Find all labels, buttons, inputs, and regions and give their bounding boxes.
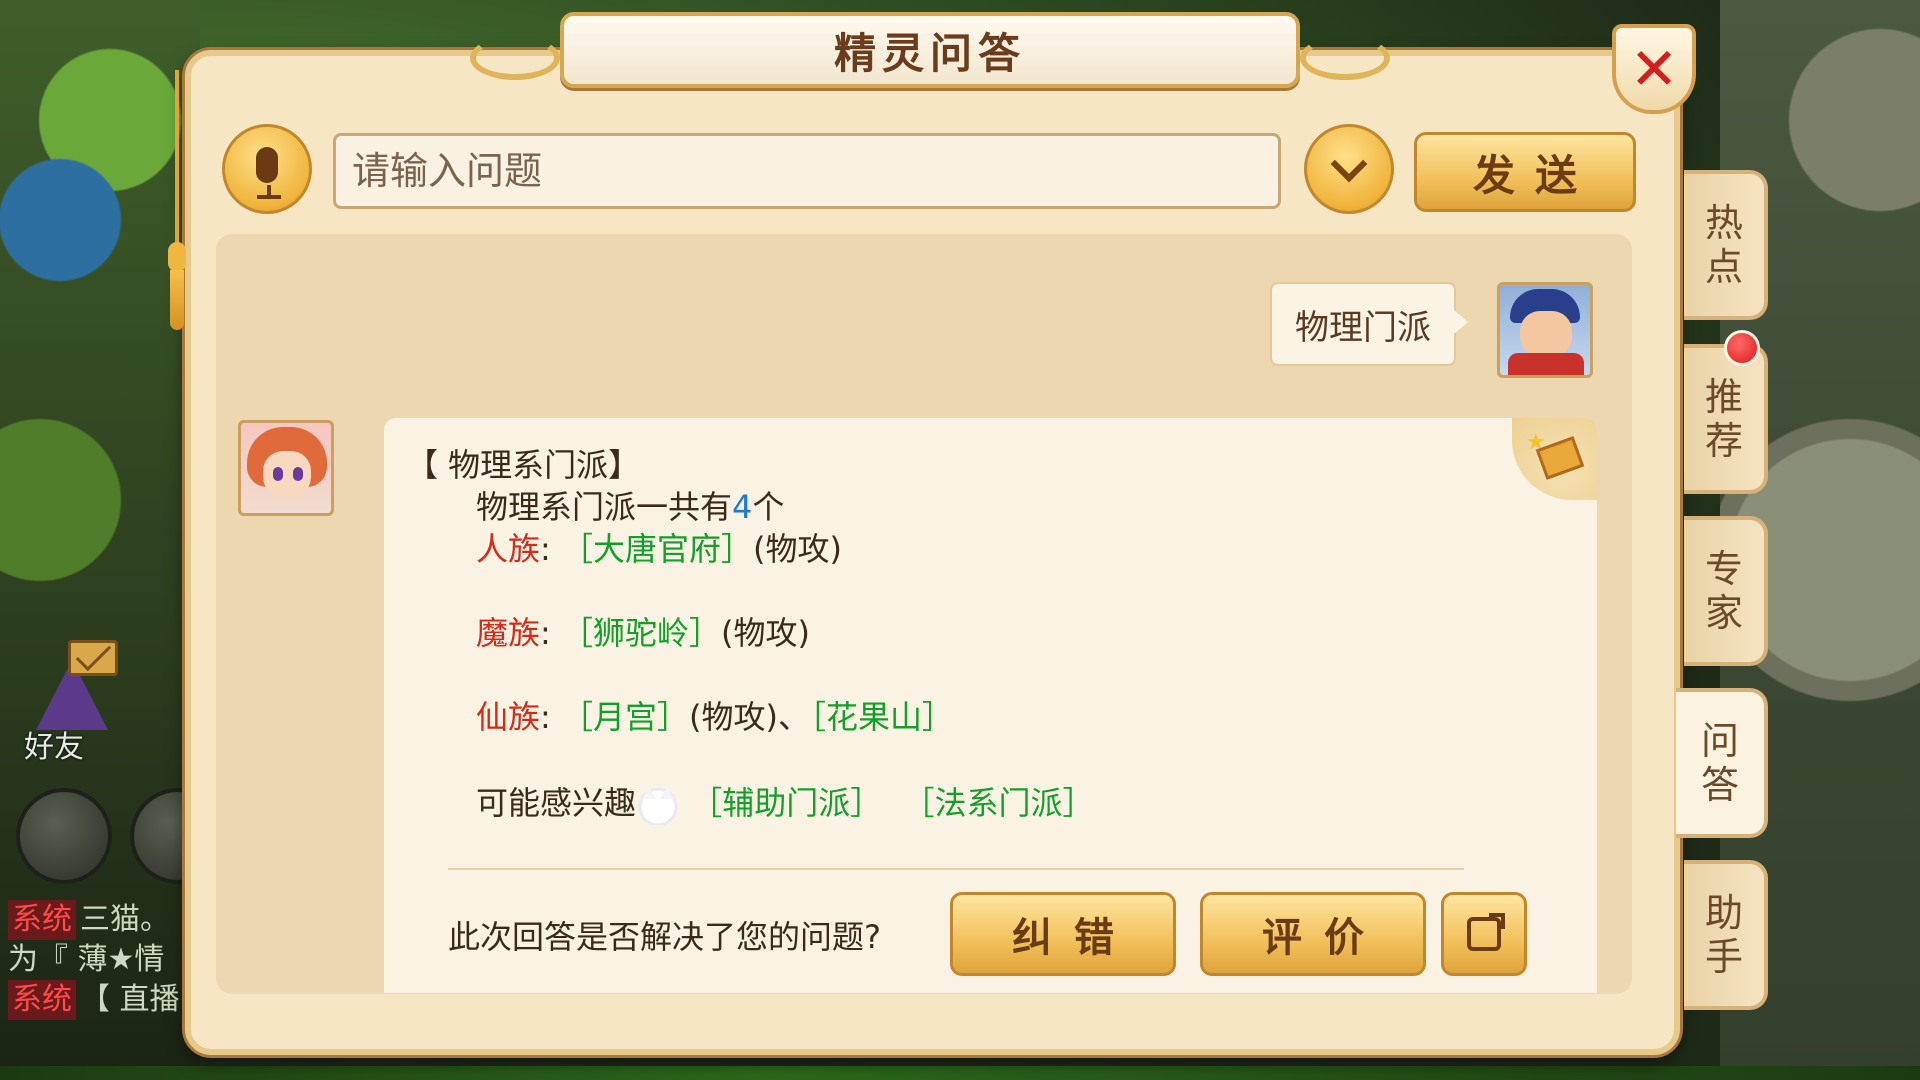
chat-overlay: 系统 三猫。 为『 薄★情 系统【 直播 [8, 900, 188, 1020]
share-button[interactable] [1441, 892, 1527, 976]
tab-recommend[interactable]: 推荐 [1684, 344, 1768, 494]
sect-link-shituoling[interactable]: ［狮驼岭］ [561, 614, 721, 652]
race-label: 魔族 [476, 614, 541, 652]
answer-title: 【 物理系门派】 [406, 446, 641, 484]
notification-badge [1724, 330, 1760, 366]
title-ornament-right [1300, 36, 1390, 80]
answer-intro: 物理系门派一共有4个 [476, 488, 785, 526]
mail-icon[interactable] [68, 640, 118, 676]
rate-button[interactable]: 评价 [1200, 892, 1426, 976]
user-message-bubble: 物理门派 [1270, 282, 1468, 366]
interest-row: 可能感兴趣 ［辅助门派］ ［法系门派］ [476, 778, 1095, 825]
cat-emoji-icon [636, 785, 681, 825]
count-value: 4 [732, 488, 753, 526]
race-label: 仙族 [476, 698, 541, 736]
race-label: 人族 [476, 530, 541, 568]
user-avatar [1497, 282, 1593, 378]
title-ornament-left [470, 36, 560, 80]
send-button[interactable]: 发送 [1414, 132, 1636, 212]
tab-qa[interactable]: 问答 [1676, 688, 1768, 838]
microphone-icon [256, 147, 278, 183]
race-row-immortal: 仙族: ［月宫］(物攻)、［花果山］ [476, 698, 954, 736]
chat-line: 为『 薄★情 [8, 942, 165, 977]
dialog-title: 精灵问答 [833, 28, 1026, 78]
sect-link-huaguoshan[interactable]: ［花果山］ [810, 698, 954, 736]
sect-link-datang[interactable]: ［大唐官府］ [561, 530, 753, 568]
close-button[interactable]: ✕ [1612, 24, 1696, 114]
system-tag: 系统 [8, 980, 76, 1020]
tab-helper[interactable]: 助手 [1684, 860, 1768, 1010]
history-dropdown-button[interactable] [1304, 124, 1394, 214]
related-link-support[interactable]: ［辅助门派］ [690, 784, 882, 822]
spirit-avatar [238, 420, 334, 516]
voice-input-button[interactable] [222, 124, 312, 214]
divider [448, 868, 1464, 870]
user-message-text: 物理门派 [1295, 307, 1431, 348]
tab-hot[interactable]: 热点 [1684, 170, 1768, 320]
chat-line: 系统 三猫。 [8, 900, 188, 940]
race-row-human: 人族: ［大唐官府］(物攻) [476, 530, 842, 568]
chat-line: 系统【 直播 [8, 980, 188, 1020]
chevron-down-icon [1330, 145, 1368, 183]
experience-bar [0, 1066, 1920, 1080]
feedback-question: 此次回答是否解决了您的问题? [448, 918, 881, 956]
correct-error-button[interactable]: 纠错 [950, 892, 1176, 976]
sect-link-yuegong[interactable]: ［月宫］ [561, 698, 689, 736]
race-row-demon: 魔族: ［狮驼岭］(物攻) [476, 614, 810, 652]
related-link-magic[interactable]: ［法系门派］ [903, 784, 1095, 822]
close-icon: ✕ [1629, 35, 1679, 103]
friends-button[interactable]: 好友 [24, 722, 84, 766]
question-input[interactable] [333, 133, 1281, 209]
title-plate: 精灵问答 [560, 12, 1300, 88]
tassel-decoration [166, 70, 188, 330]
tab-expert[interactable]: 专家 [1684, 516, 1768, 666]
system-tag: 系统 [8, 900, 76, 940]
chat-bubble-icon[interactable] [16, 788, 112, 884]
share-icon [1467, 913, 1505, 951]
